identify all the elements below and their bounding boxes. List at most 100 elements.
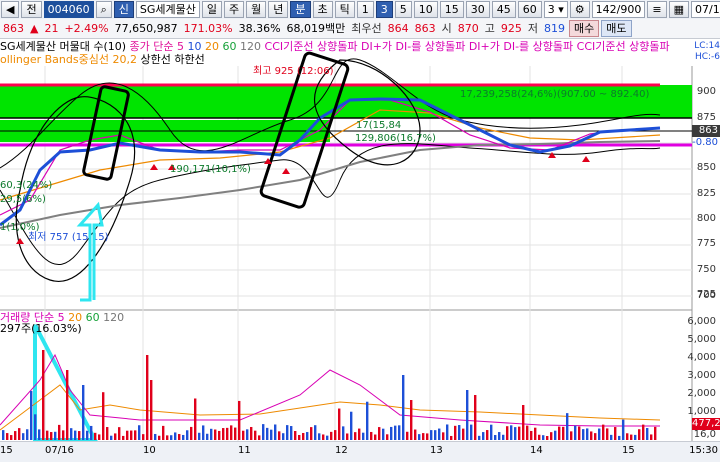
time-label: 11 [238,445,251,456]
high-marker: 최고 925 (12:06) [253,65,334,77]
volume-bar [478,435,481,440]
volume-bar [406,431,409,440]
volume-bar [546,435,549,440]
volume-bar [110,435,113,440]
time-label: 15 [622,445,635,456]
time-axis[interactable]: 15 07/16 10 11 12 13 14 15 15:30 [0,441,720,462]
volume-bar [302,432,305,440]
volume-bar [10,435,13,440]
price-axis[interactable]: 900 875 863 -0.80 850 825 800 775 750 72… [692,66,720,311]
volume-bar [566,413,569,440]
price-tick: 875 [696,112,716,123]
volume-bar [130,430,133,440]
volume-bar [538,434,541,440]
volume-bar [318,433,321,440]
volume-bar [586,428,589,440]
chart-window: ◀ 전 004060 ⌕ 신 SG세계물산 일 주 월 년 분 초 틱 1 3 … [0,0,720,462]
price-tick: 825 [696,188,716,199]
volume-bar [98,434,101,440]
volume-bar [266,427,269,440]
volume-bar [426,433,429,440]
volume-bar [474,395,477,440]
volume-bar [410,400,413,440]
current-price-marker: 863 [692,125,720,137]
volume-bar [402,375,405,440]
volume-axis: 6,000 5,000 4,000 3,000 2,000 1,000 477,… [687,310,720,441]
volume-bar [554,430,557,440]
volume-tick: 4,000 [687,352,716,363]
volume-bar [646,428,649,440]
volume-bar [314,425,317,440]
volume-bar [166,435,169,440]
left-label-2: 29,5(6%) [0,194,46,205]
volume-bar [86,430,89,440]
volume-bar [290,426,293,440]
volume-bar [630,434,633,440]
volume-tick: 6,000 [687,316,716,327]
volume-bar [442,432,445,440]
volume-bar [262,424,265,440]
volume-bar [578,426,581,440]
volume-bar [138,425,141,440]
volume-bar [506,426,509,440]
range-label: 17,239,258(24,6%)(907.00 ~ 892.40) [460,89,649,100]
volume-bar [278,431,281,440]
volume-ma-120-legend[interactable]: 120 [103,311,124,324]
volume-bar [330,431,333,440]
volume-bar [54,431,57,440]
time-label: 13 [430,445,443,456]
volume-bar [358,428,361,440]
band-label-1: 17(15,84 [356,120,401,131]
volume-bar [74,430,77,440]
volume-bar [366,401,369,440]
volume-bar [202,425,205,440]
volume-tick: 2,000 [687,388,716,399]
volume-bar [158,435,161,440]
volume-bar [606,428,609,440]
volume-bar [46,430,49,440]
time-label: 15 [0,445,13,456]
price-chart[interactable]: 최고 925 (12:06) 최저 757 (15:15) 17,239,258… [0,0,720,461]
volume-bar [230,425,233,440]
volume-bar [582,429,585,440]
volume-ma-20 [0,384,661,431]
volume-tick: 1,000 [687,406,716,417]
price-tick: 700 [696,290,716,301]
volume-bar [154,433,157,440]
volume-bar [342,426,345,440]
signal-arrows [16,152,590,244]
volume-bar [634,434,637,440]
price-tick: 900 [696,86,716,97]
volume-bar [298,434,301,440]
volume-bar [206,433,209,440]
left-label-3: 1(1,0%) [0,222,40,233]
price-diff: -0.80 [692,137,718,148]
volume-bar [382,428,385,440]
volume-bar [462,428,465,440]
band-label-3: 190,171(10,1%) [170,164,251,175]
volume-unit: 16,0 [693,429,716,440]
volume-bar [162,425,165,440]
volume-bar [414,429,417,440]
volume-bar [118,427,121,440]
volume-bar [498,432,501,440]
volume-ma-60-legend[interactable]: 60 [86,311,100,324]
volume-bar [134,430,137,440]
volume-bar [238,400,241,440]
volume-bar [522,405,525,440]
volume-bar [394,425,397,440]
volume-bar [26,429,29,440]
volume-bar [614,427,617,440]
volume-bar [14,431,17,440]
volume-bar [78,431,81,440]
volume-bar [194,398,197,440]
volume-bar [22,433,25,440]
volume-ma-5 [0,353,660,427]
volume-bar [250,426,253,440]
volume-bar [338,408,341,440]
volume-bar [322,434,325,440]
volume-bar [526,425,529,440]
time-label: 14 [530,445,543,456]
volume-bar [570,431,573,440]
volume-bar [446,424,449,440]
